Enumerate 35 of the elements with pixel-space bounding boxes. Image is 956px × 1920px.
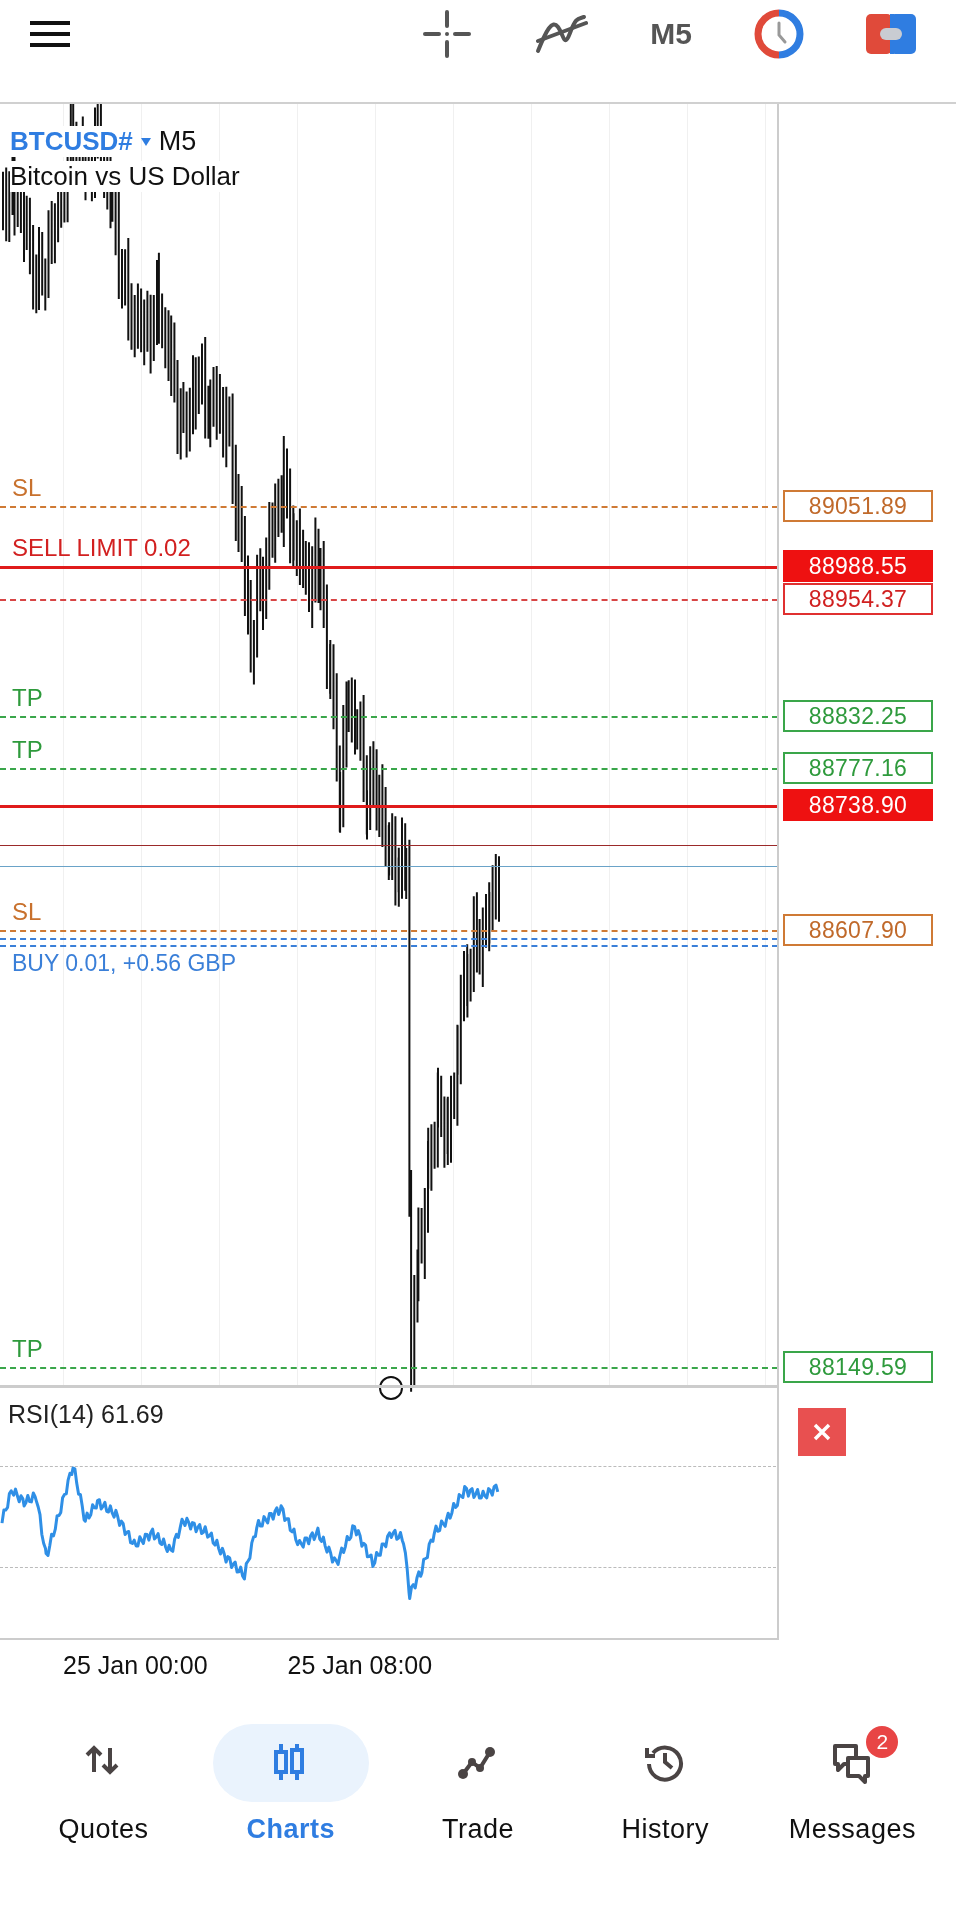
badge: 2 xyxy=(866,1726,899,1758)
nav-tab[interactable]: 2 Messages xyxy=(758,1724,946,1845)
level-label: TP xyxy=(12,683,43,712)
nav-tab[interactable]: Quotes xyxy=(10,1724,198,1845)
price-tag: 88777.16 xyxy=(783,752,933,785)
indicator-label: RSI(14) 61.69 xyxy=(8,1400,164,1429)
symbol-name[interactable]: BTCUSD# xyxy=(10,126,133,157)
level-label: TP xyxy=(12,1334,43,1363)
price-tag: 88607.90 xyxy=(783,913,933,946)
price-tag: 88988.55 xyxy=(783,550,933,583)
time-label: 25 Jan 00:00 xyxy=(63,1650,208,1680)
dropdown-icon[interactable] xyxy=(140,136,151,147)
nav-tab[interactable]: Trade xyxy=(384,1724,572,1845)
price-tag: 88738.90 xyxy=(783,788,933,821)
clock-icon[interactable] xyxy=(754,9,804,59)
crosshair-icon[interactable] xyxy=(422,9,473,59)
price-tag: 88832.25 xyxy=(783,699,933,732)
position-label: BUY 0.01, +0.56 GBP xyxy=(12,950,236,977)
nav-tab[interactable]: History xyxy=(571,1724,759,1845)
chat-icon[interactable] xyxy=(832,1742,873,1784)
symbol-description: Bitcoin vs US Dollar xyxy=(10,161,240,192)
price-tag: 88149.59 xyxy=(783,1350,933,1383)
time-label: 25 Jan 08:00 xyxy=(287,1650,433,1680)
level-label: SL xyxy=(12,897,42,926)
level-label: SL xyxy=(12,474,42,502)
close-icon[interactable] xyxy=(812,1422,832,1442)
toggle-icon[interactable] xyxy=(866,14,916,54)
close-button[interactable] xyxy=(798,1408,846,1456)
level-label: TP xyxy=(12,736,43,765)
price-tag: 89051.89 xyxy=(783,490,933,522)
timeframe-button[interactable]: M5 xyxy=(650,17,692,51)
level-label: SELL LIMIT 0.02 xyxy=(12,534,191,563)
price-tag: 88954.37 xyxy=(783,583,933,616)
menu-icon[interactable] xyxy=(28,18,72,50)
drag-handle[interactable] xyxy=(379,1376,403,1400)
